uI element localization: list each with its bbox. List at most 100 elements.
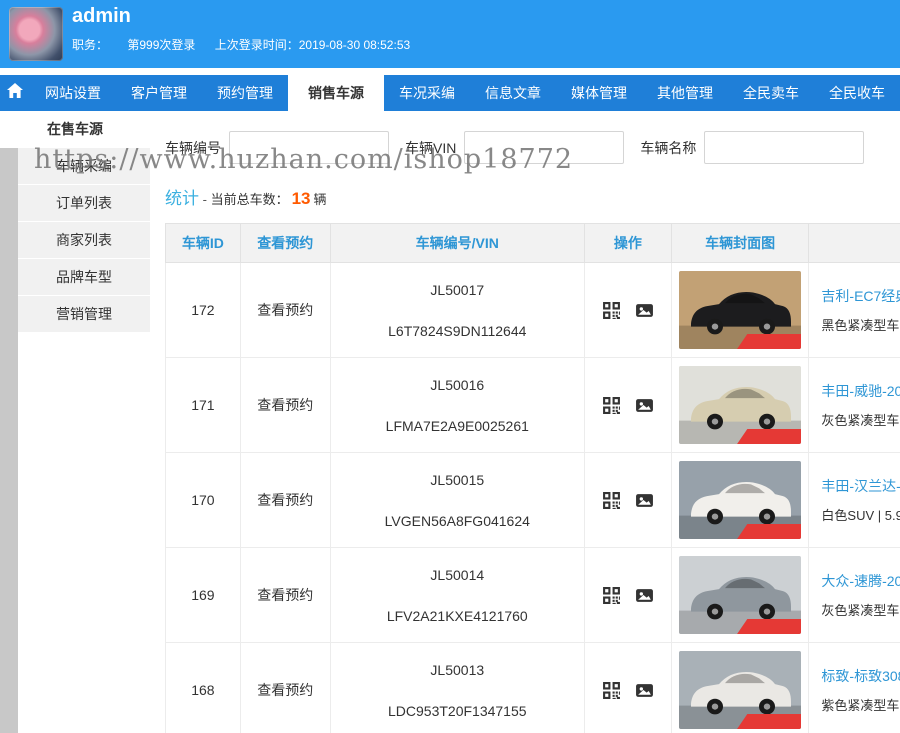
search-field-label: 车辆名称 [640,138,696,158]
sidebar-item-label: 品牌车型 [56,269,112,285]
image-icon[interactable] [635,396,654,415]
code-vin-cell: JL50015 LVGEN56A8FG041624 [331,453,585,547]
photo-cell [672,453,810,547]
ops-cell [585,548,672,642]
image-icon[interactable] [635,681,654,700]
nav-item[interactable]: 全民收车 [814,75,900,111]
view-booking-link[interactable]: 查看预约 [257,395,313,415]
sidebar-item[interactable]: 订单列表 [18,185,150,222]
table-row: 169 查看预约 JL50014 LFV2A21KXE4121760 [165,548,900,643]
sidebar-item-label: 车辆采编 [56,158,112,174]
ops-cell [585,643,672,733]
car-name-link[interactable]: 标致-标致308 [821,669,900,683]
photo-cell [672,643,810,733]
table-header-row: 车辆ID查看预约车辆编号/VIN操作车辆封面图 [165,223,900,263]
vehicle-id: 168 [191,682,214,698]
car-desc: 灰色紧凑型车 [821,604,899,617]
vehicle-id-cell: 168 [166,643,241,733]
car-photo[interactable] [679,271,801,349]
car-desc: 黑色紧凑型车 [821,319,899,332]
image-icon[interactable] [635,586,654,605]
table-body: 172 查看预约 JL50017 L6T7824S9DN112644 [165,263,900,733]
photo-badge [737,619,801,634]
search-form: 车辆编号 车辆VIN 车辆名称 [165,131,900,164]
top-header: admin 职务： 第999次登录 上次登录时间：2019-08-30 08:5… [0,0,900,68]
nav-item-label: 全民收车 [829,83,885,103]
vehicle-vin: LVGEN56A8FG041624 [385,514,530,528]
vehicle-code: JL50016 [430,378,484,392]
qrcode-icon[interactable] [602,681,621,700]
table-header-label: 车辆ID [182,233,224,253]
nav-item-label: 网站设置 [45,83,101,103]
car-photo[interactable] [679,651,801,729]
nav-item[interactable]: 其他管理 [642,75,728,111]
image-icon[interactable] [635,301,654,320]
username: admin [72,5,131,28]
car-name-link[interactable]: 丰田-汉兰达- [821,479,900,493]
search-input[interactable] [704,131,864,164]
nav-item[interactable]: 媒体管理 [556,75,642,111]
view-booking-link[interactable]: 查看预约 [257,300,313,320]
nav-item[interactable]: 全民卖车 [728,75,814,111]
code-vin-cell: JL50017 L6T7824S9DN112644 [331,263,585,357]
qrcode-icon[interactable] [602,491,621,510]
search-field: 车辆VIN [405,131,624,164]
code-vin-cell: JL50014 LFV2A21KXE4121760 [331,548,585,642]
last-login: 上次登录时间：2019-08-30 08:52:53 [215,38,410,52]
search-field-label: 车辆VIN [405,138,456,158]
view-booking-link[interactable]: 查看预约 [257,490,313,510]
search-input[interactable] [464,131,624,164]
nav-item[interactable]: 车况采编 [384,75,470,111]
car-desc: 紫色紧凑型车 [821,699,899,712]
car-photo[interactable] [679,556,801,634]
vehicle-code: JL50013 [430,663,484,677]
view-booking-link[interactable]: 查看预约 [257,680,313,700]
nav-item[interactable]: 信息文章 [470,75,556,111]
avatar[interactable] [9,7,63,61]
car-desc: 灰色紧凑型车 [821,414,899,427]
nav-home[interactable] [0,75,30,111]
sidebar-item[interactable]: 在售车源 [0,111,150,148]
car-desc: 白色SUV | 5.9 [821,509,900,522]
vehicle-table: 车辆ID查看预约车辆编号/VIN操作车辆封面图 172 查看预约 JL50017… [165,223,900,733]
sidebar-item-label: 在售车源 [47,121,103,137]
car-photo[interactable] [679,461,801,539]
booking-cell: 查看预约 [241,548,331,642]
table-row: 170 查看预约 JL50015 LVGEN56A8FG041624 [165,453,900,548]
nav-item-label: 其他管理 [657,83,713,103]
name-cell: 丰田-汉兰达- 白色SUV | 5.9 [809,453,900,547]
sidebar-item[interactable]: 商家列表 [18,222,150,259]
search-input[interactable] [229,131,389,164]
table-header-cell [809,224,900,262]
car-name-link[interactable]: 丰田-威驰-20 [821,384,900,398]
vehicle-id-cell: 169 [166,548,241,642]
car-photo[interactable] [679,366,801,444]
home-icon [6,82,24,105]
total-vehicle-count: 13 [292,189,311,208]
view-booking-link[interactable]: 查看预约 [257,585,313,605]
ops-cell [585,263,672,357]
table-row: 172 查看预约 JL50017 L6T7824S9DN112644 [165,263,900,358]
login-count: 第999次登录 [127,38,195,52]
table-row: 168 查看预约 JL50013 LDC953T20F1347155 [165,643,900,733]
nav-item[interactable]: 网站设置 [30,75,116,111]
qrcode-icon[interactable] [602,396,621,415]
qrcode-icon[interactable] [602,301,621,320]
qrcode-icon[interactable] [602,586,621,605]
photo-badge [737,334,801,349]
car-name-link[interactable]: 大众-速腾-20 [821,574,900,588]
nav-item[interactable]: 预约管理 [202,75,288,111]
sidebar-item[interactable]: 营销管理 [18,296,150,333]
table-header-label: 车辆封面图 [705,233,775,253]
sidebar-item[interactable]: 品牌车型 [18,259,150,296]
vehicle-id: 170 [191,492,214,508]
nav-item[interactable]: 客户管理 [116,75,202,111]
car-name-link[interactable]: 吉利-EC7经典 [821,289,900,303]
vehicle-vin: LFMA7E2A9E0025261 [386,419,529,433]
nav-item-label: 客户管理 [131,83,187,103]
sidebar-item[interactable]: 车辆采编 [18,148,150,185]
image-icon[interactable] [635,491,654,510]
nav-item[interactable]: 销售车源 [288,75,384,111]
table-header-cell: 车辆编号/VIN [331,224,585,262]
nav-item-label: 信息文章 [485,83,541,103]
